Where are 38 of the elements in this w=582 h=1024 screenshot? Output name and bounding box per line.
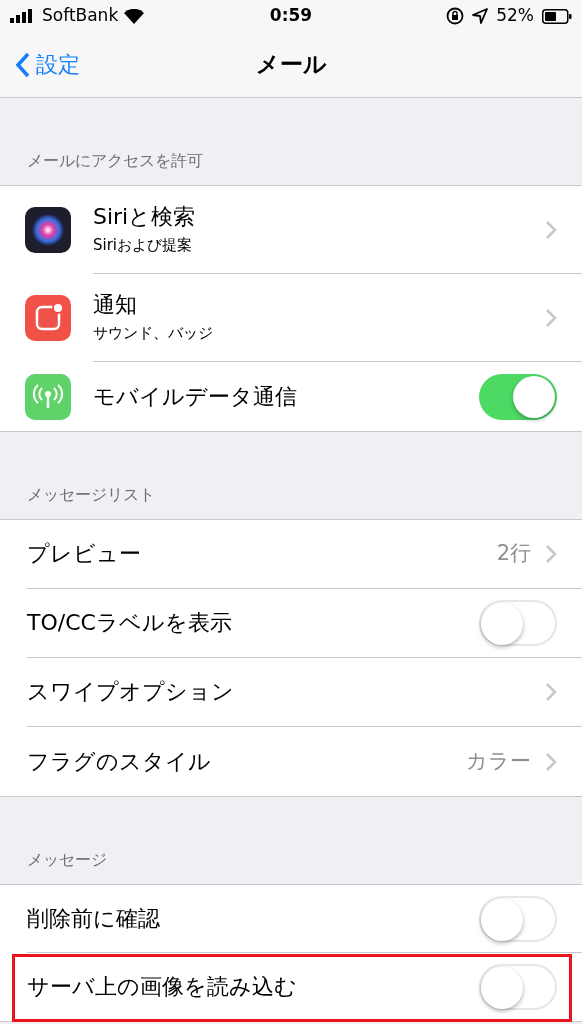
- siri-icon: [25, 207, 71, 253]
- row-title: サーバ上の画像を読み込む: [27, 973, 298, 1001]
- chevron-icon: [545, 751, 557, 772]
- location-arrow-icon: [472, 8, 489, 24]
- battery-icon: [542, 8, 572, 24]
- row-title: モバイルデータ通信: [93, 382, 298, 411]
- chevron-icon: [545, 307, 557, 328]
- toggle-switch[interactable]: [479, 373, 557, 420]
- antenna-icon: [25, 373, 71, 420]
- row-title: フラグのスタイル: [27, 747, 212, 776]
- row-title: スワイプオプション: [27, 678, 235, 706]
- chevron-icon: [545, 544, 557, 564]
- clock-time: 0:59: [269, 4, 313, 28]
- row-title: TO/CCラベルを表示: [27, 609, 233, 637]
- back-button[interactable]: 設定: [0, 48, 80, 81]
- row-value: 2行: [496, 540, 531, 568]
- section-header: メッセージ: [27, 849, 107, 871]
- chevron-icon: [545, 682, 557, 702]
- toggle-switch[interactable]: [479, 600, 557, 646]
- notifications-icon: [25, 295, 71, 341]
- section-header: メッセージリスト: [27, 484, 155, 506]
- row-value: カラー: [466, 747, 531, 775]
- row-title: 通知: [93, 290, 138, 318]
- back-chevron-icon: [16, 51, 30, 78]
- screen-title: メール: [255, 50, 327, 80]
- wifi-icon: [124, 8, 145, 24]
- rotation-lock-icon: [446, 7, 465, 25]
- row-title: 削除前に確認: [27, 904, 161, 933]
- toggle-switch[interactable]: [479, 895, 557, 942]
- toggle-switch[interactable]: [479, 964, 557, 1010]
- section-header: メールにアクセスを許可: [27, 150, 203, 172]
- row-title: Siriと検索: [93, 202, 197, 230]
- chevron-icon: [545, 219, 557, 240]
- row-subtitle: Siriおよび提案: [93, 235, 194, 256]
- row-subtitle: サウンド、バッジ: [93, 323, 214, 344]
- carrier-name: SoftBank: [42, 4, 119, 28]
- battery-percent: 52%: [496, 4, 534, 28]
- row-title: プレビュー: [27, 540, 142, 568]
